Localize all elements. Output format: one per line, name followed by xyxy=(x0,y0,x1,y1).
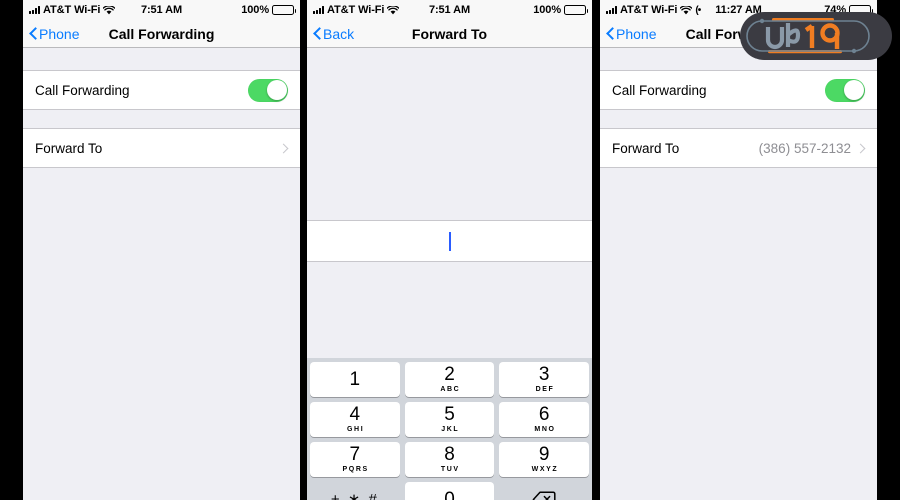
call-forwarding-toggle[interactable] xyxy=(825,78,865,102)
key-letters: JKL xyxy=(441,426,460,433)
key-symbols-label: + ∗ # xyxy=(330,491,379,500)
ubia-logo-watermark xyxy=(740,12,892,60)
key-6[interactable]: 6 MNO xyxy=(499,402,590,437)
key-number: 6 xyxy=(538,404,550,425)
list-mid-gap xyxy=(600,110,877,128)
battery-icon xyxy=(564,5,588,15)
key-9[interactable]: 9 WXYZ xyxy=(499,442,590,477)
wifi-icon xyxy=(103,5,116,15)
key-letters: PQRS xyxy=(342,466,369,473)
status-bar-left: AT&T Wi-Fi xyxy=(313,4,400,16)
key-letters: ABC xyxy=(440,386,461,393)
key-number: 8 xyxy=(444,444,455,465)
row-label: Call Forwarding xyxy=(612,82,707,98)
back-button[interactable]: Back xyxy=(307,26,354,42)
key-7[interactable]: 7 PQRS xyxy=(310,442,400,477)
chevron-left-icon xyxy=(606,27,614,40)
status-bar-left: AT&T Wi-Fi xyxy=(29,4,116,16)
keypad-row: + ∗ # 0 xyxy=(310,482,589,500)
back-button-label: Phone xyxy=(616,25,657,42)
toggle-knob xyxy=(843,80,864,100)
carrier-label: AT&T Wi-Fi xyxy=(620,4,678,16)
status-bar: AT&T Wi-Fi 7:51 AM 100% xyxy=(23,0,300,20)
row-call-forwarding-toggle[interactable]: Call Forwarding xyxy=(600,70,877,110)
key-number: 7 xyxy=(349,444,361,465)
chevron-left-icon xyxy=(29,27,37,40)
navigation-bar: Phone Call Forwarding xyxy=(23,20,300,48)
status-bar: AT&T Wi-Fi 7:51 AM 100% xyxy=(307,0,592,20)
back-button-phone[interactable]: Phone xyxy=(600,26,656,42)
text-caret xyxy=(448,231,451,251)
call-forwarding-icon: (• xyxy=(695,4,701,16)
phone-number-input[interactable] xyxy=(307,220,592,262)
key-1[interactable]: 1 xyxy=(310,362,400,397)
wifi-icon xyxy=(387,5,400,15)
forward-to-number: (386) 557-2132 xyxy=(758,140,851,156)
key-number: 3 xyxy=(538,364,550,385)
key-number: 5 xyxy=(444,404,455,425)
row-label: Forward To xyxy=(35,140,103,156)
key-letters: MNO xyxy=(534,426,556,433)
back-button-label: Phone xyxy=(39,25,80,42)
back-button-phone[interactable]: Phone xyxy=(23,26,79,42)
status-bar-left: AT&T Wi-Fi (• xyxy=(606,4,701,16)
key-number: 0 xyxy=(444,489,455,500)
list-top-gap xyxy=(23,48,300,70)
keypad-row: 7 PQRS 8 TUV 9 WXYZ xyxy=(310,442,590,477)
row-label: Forward To xyxy=(612,140,680,156)
chevron-left-icon xyxy=(313,27,321,40)
carrier-label: AT&T Wi-Fi xyxy=(327,4,385,16)
blank-area-middle xyxy=(307,262,592,358)
toggle-knob xyxy=(266,80,287,100)
list-mid-gap xyxy=(23,110,300,128)
key-5[interactable]: 5 JKL xyxy=(404,402,495,437)
key-2[interactable]: 2 ABC xyxy=(404,362,495,397)
key-letters: GHI xyxy=(347,426,365,433)
backspace-delete-icon xyxy=(532,491,556,500)
phone-panel-call-forwarding-off: AT&T Wi-Fi 7:51 AM 100% Phone Call Forwa… xyxy=(23,0,300,500)
row-forward-to[interactable]: Forward To xyxy=(23,128,300,168)
ubia-logo-icon xyxy=(746,18,870,54)
key-letters: DEF xyxy=(535,386,555,393)
carrier-label: AT&T Wi-Fi xyxy=(43,4,101,16)
key-number: 4 xyxy=(349,404,361,425)
battery-percent-label: 100% xyxy=(533,4,561,16)
row-label: Call Forwarding xyxy=(35,82,130,98)
call-forwarding-toggle[interactable] xyxy=(248,78,288,102)
signal-bars-icon xyxy=(29,6,40,14)
keypad-row: 1 2 ABC 3 DEF xyxy=(310,362,590,397)
key-letters: TUV xyxy=(440,466,460,473)
battery-percent-label: 100% xyxy=(241,4,269,16)
forward-to-body: 1 2 ABC 3 DEF 4 GHI 5 JKL 6 MNO 7 PQRS 8… xyxy=(307,48,592,500)
key-letters: WXYZ xyxy=(531,466,559,473)
chevron-right-icon xyxy=(857,142,865,155)
key-delete[interactable] xyxy=(499,482,589,500)
battery-icon xyxy=(272,5,296,15)
key-symbols[interactable]: + ∗ # xyxy=(310,482,400,500)
phone-panel-forward-to-entry: AT&T Wi-Fi 7:51 AM 100% Back Forward To xyxy=(307,0,592,500)
row-forward-to[interactable]: Forward To (386) 557-2132 xyxy=(600,128,877,168)
chevron-right-icon xyxy=(280,142,288,155)
key-number: 2 xyxy=(444,364,455,385)
keypad-row: 4 GHI 5 JKL 6 MNO xyxy=(310,402,590,437)
key-0[interactable]: 0 xyxy=(404,482,495,500)
key-8[interactable]: 8 TUV xyxy=(404,442,495,477)
wifi-icon xyxy=(680,5,693,15)
back-button-label: Back xyxy=(323,25,355,42)
blank-area-top xyxy=(307,48,592,220)
status-bar-right: 100% xyxy=(533,4,588,16)
signal-bars-icon xyxy=(313,6,324,14)
screenshot-canvas: AT&T Wi-Fi 7:51 AM 100% Phone Call Forwa… xyxy=(0,0,900,500)
navigation-bar: Back Forward To xyxy=(307,20,592,48)
key-4[interactable]: 4 GHI xyxy=(310,402,400,437)
phone-panel-call-forwarding-set: AT&T Wi-Fi (• 11:27 AM 74% Phone Call Fo… xyxy=(600,0,877,500)
key-number: 1 xyxy=(349,369,361,390)
signal-bars-icon xyxy=(606,6,617,14)
row-call-forwarding-toggle[interactable]: Call Forwarding xyxy=(23,70,300,110)
status-bar-right: 100% xyxy=(241,4,296,16)
numeric-keypad: 1 2 ABC 3 DEF 4 GHI 5 JKL 6 MNO 7 PQRS 8… xyxy=(307,358,592,500)
key-number: 9 xyxy=(538,444,550,465)
key-3[interactable]: 3 DEF xyxy=(499,362,590,397)
